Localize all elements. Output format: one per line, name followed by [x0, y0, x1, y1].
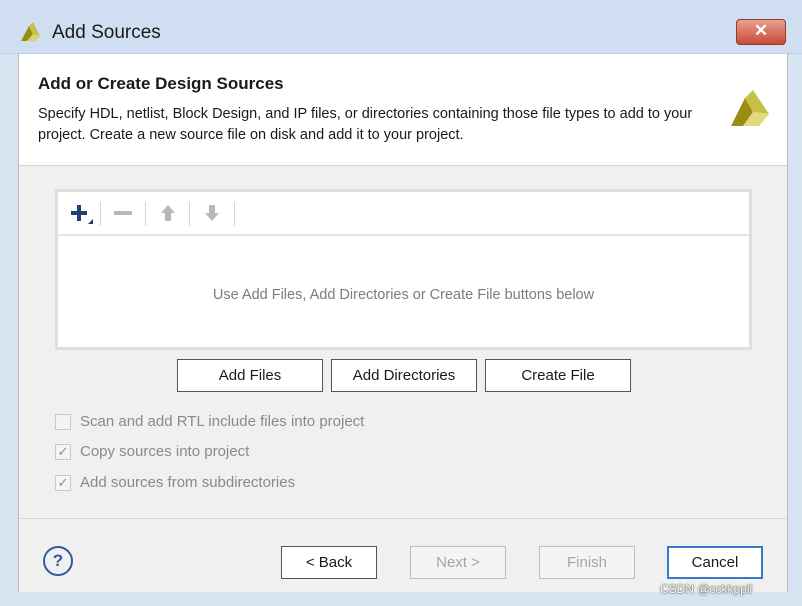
- cancel-button[interactable]: Cancel: [667, 546, 763, 579]
- remove-source-button[interactable]: [109, 200, 137, 226]
- toolbar-separator: [189, 202, 190, 226]
- watermark: CSDN @cckkppll: [660, 582, 753, 596]
- dialog-footer: ? < Back Next > Finish Cancel: [19, 518, 787, 592]
- option-label: Scan and add RTL include files into proj…: [80, 413, 365, 430]
- dialog-window: Add Sources ✕ Add or Create Design Sourc…: [0, 0, 802, 606]
- page-title: Add or Create Design Sources: [38, 74, 284, 93]
- close-button[interactable]: ✕: [736, 19, 786, 45]
- create-file-button[interactable]: Create File: [485, 359, 631, 392]
- toolbar-separator: [100, 202, 101, 226]
- minus-icon: [114, 211, 132, 215]
- vivado-logo-icon: [731, 90, 769, 126]
- add-source-button[interactable]: [66, 200, 94, 226]
- dialog-content: Add or Create Design Sources Specify HDL…: [18, 54, 788, 592]
- option-label: Copy sources into project: [80, 443, 250, 460]
- toolbar-separator: [145, 202, 146, 226]
- window-title: Add Sources: [52, 22, 161, 43]
- page-header: Add or Create Design Sources Specify HDL…: [19, 54, 787, 166]
- move-down-button[interactable]: [198, 200, 226, 226]
- finish-button[interactable]: Finish: [539, 546, 635, 579]
- next-button[interactable]: Next >: [410, 546, 506, 579]
- source-file-list[interactable]: Use Add Files, Add Directories or Create…: [55, 189, 752, 350]
- help-icon[interactable]: ?: [43, 546, 73, 576]
- page-description: Specify HDL, netlist, Block Design, and …: [38, 106, 693, 143]
- create-file-label: Create File: [521, 367, 595, 384]
- toolbar-separator: [234, 202, 235, 226]
- arrow-down-icon: [205, 205, 219, 221]
- plus-icon: [71, 205, 93, 224]
- add-files-label: Add Files: [218, 367, 282, 384]
- option-copy-sources[interactable]: ✓ Copy sources into project: [55, 442, 455, 464]
- option-add-subdirectories[interactable]: ✓ Add sources from subdirectories: [55, 473, 455, 495]
- empty-list-message: Use Add Files, Add Directories or Create…: [212, 287, 595, 303]
- add-directories-label: Add Directories: [352, 367, 456, 384]
- add-directories-button[interactable]: Add Directories: [331, 359, 477, 392]
- move-up-button[interactable]: [154, 200, 182, 226]
- file-list-toolbar: [58, 192, 749, 236]
- add-files-button[interactable]: Add Files: [177, 359, 323, 392]
- title-bar[interactable]: Add Sources ✕: [0, 0, 802, 54]
- add-subdirectories-checkbox[interactable]: ✓: [55, 475, 71, 491]
- back-button[interactable]: < Back: [281, 546, 377, 579]
- option-scan-rtl-include[interactable]: Scan and add RTL include files into proj…: [55, 412, 455, 434]
- option-label: Add sources from subdirectories: [80, 474, 296, 491]
- scan-rtl-checkbox[interactable]: [55, 414, 71, 430]
- close-icon: ✕: [753, 21, 769, 40]
- vivado-logo-icon: [21, 22, 40, 41]
- arrow-up-icon: [161, 205, 175, 221]
- copy-sources-checkbox[interactable]: ✓: [55, 444, 71, 460]
